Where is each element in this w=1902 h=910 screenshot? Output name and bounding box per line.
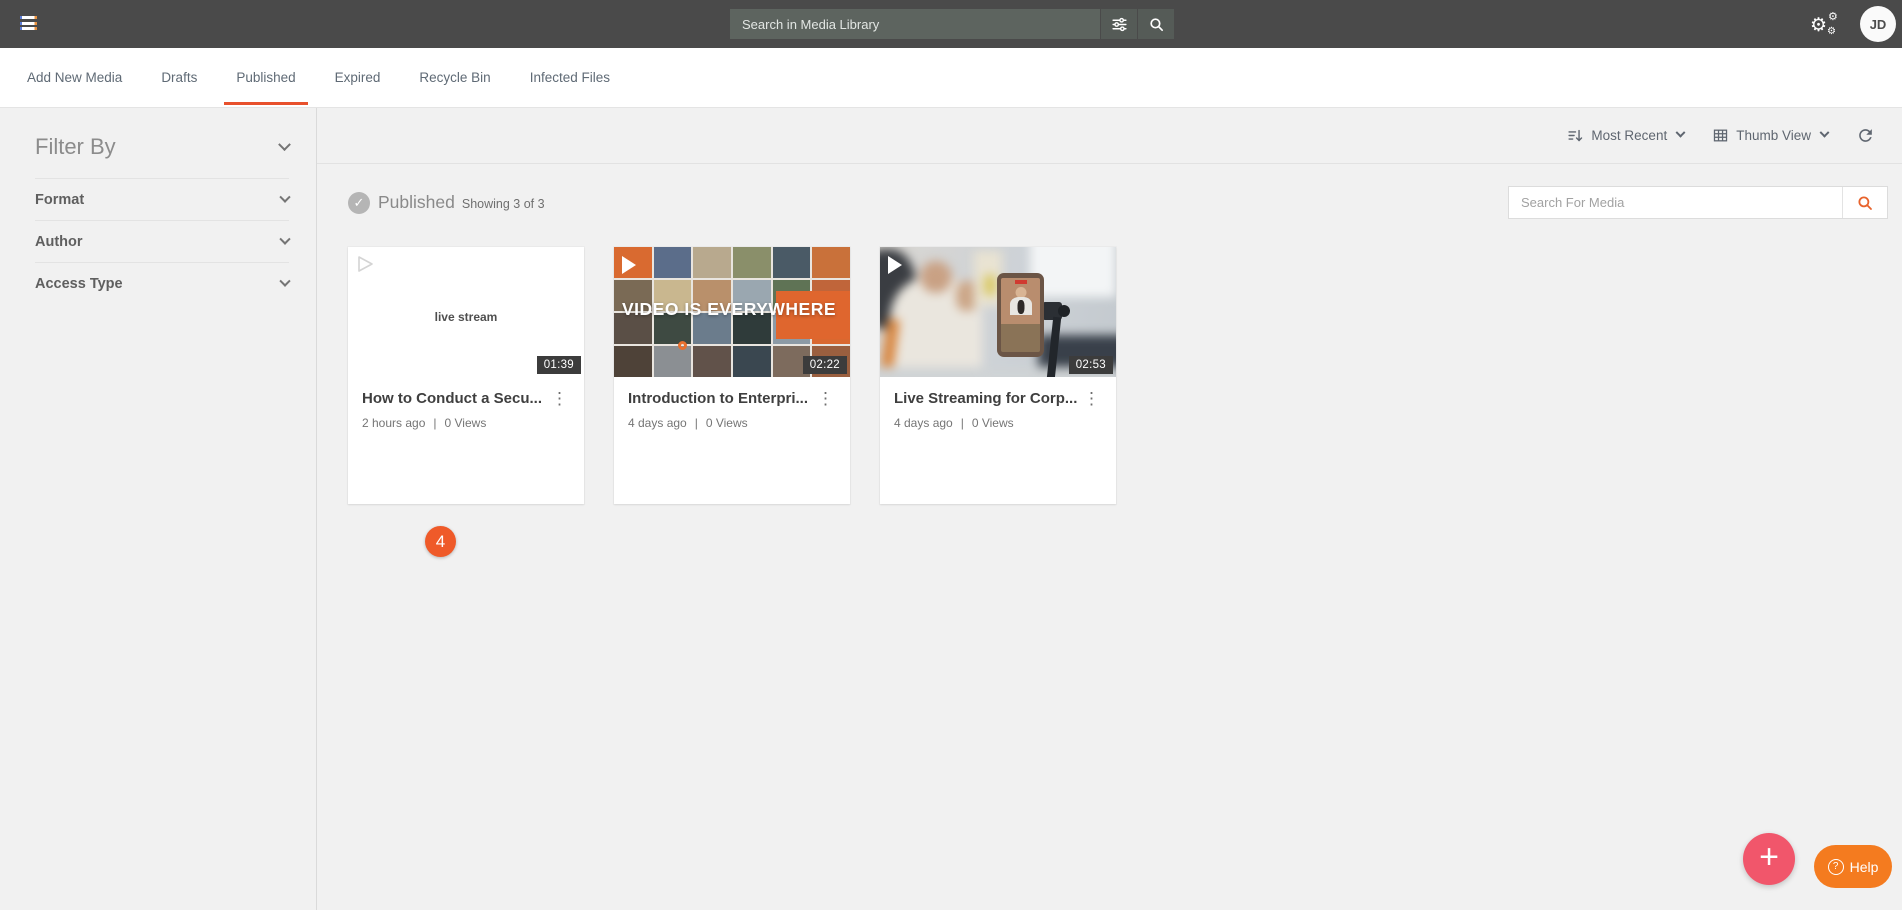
media-library-search-input[interactable]	[730, 9, 1100, 39]
video-thumbnail[interactable]: 02:53	[880, 247, 1116, 377]
sort-dropdown[interactable]: Most Recent	[1567, 127, 1684, 144]
chevron-down-icon	[279, 191, 290, 202]
filter-by-header[interactable]: Filter By	[35, 134, 289, 179]
media-card-grid: live stream 01:39 How to Conduct a Secu.…	[317, 219, 1902, 504]
filter-section-format[interactable]: Format	[35, 179, 289, 221]
duration-badge: 02:53	[1069, 356, 1113, 374]
play-icon	[888, 256, 902, 274]
thumbnail-text: live stream	[435, 310, 498, 324]
refresh-icon	[1856, 126, 1875, 145]
list-toolbar: Most Recent Thumb View	[317, 108, 1902, 164]
filter-section-label: Format	[35, 192, 84, 208]
card-meta: 4 days ago | 0 Views	[894, 416, 1102, 430]
gear-small-icon: ⚙	[1827, 27, 1836, 37]
search-filter-button[interactable]	[1101, 9, 1137, 39]
video-thumbnail[interactable]: VIDEO IS EVERYWHERE 02:22	[614, 247, 850, 377]
sliders-filter-icon	[1111, 16, 1128, 33]
video-thumbnail[interactable]: live stream 01:39	[348, 247, 584, 377]
card-meta-views: 0 Views	[706, 416, 748, 430]
filter-section-author[interactable]: Author	[35, 221, 289, 263]
sort-icon	[1567, 127, 1584, 144]
chevron-down-icon	[279, 276, 290, 287]
collage-logo-ring	[678, 341, 687, 350]
view-label: Thumb View	[1736, 128, 1811, 143]
card-meta-time: 2 hours ago	[362, 416, 425, 430]
search-icon	[1148, 16, 1165, 33]
tab-add-new-media[interactable]: Add New Media	[15, 48, 134, 107]
refresh-button[interactable]	[1856, 126, 1875, 145]
grid-view-icon	[1712, 127, 1729, 144]
tab-recycle-bin[interactable]: Recycle Bin	[407, 48, 502, 107]
filter-section-label: Author	[35, 234, 83, 250]
tripod-knob-art	[1058, 305, 1070, 317]
kebab-menu-button[interactable]: ⋮	[549, 390, 570, 407]
thumbnail-text: VIDEO IS EVERYWHERE	[622, 299, 850, 320]
meta-separator: |	[961, 416, 964, 430]
meta-separator: |	[433, 416, 436, 430]
card-title[interactable]: How to Conduct a Secu...	[362, 390, 542, 407]
card-meta-views: 0 Views	[445, 416, 487, 430]
phone-art	[997, 273, 1044, 357]
tab-drafts[interactable]: Drafts	[149, 48, 209, 107]
duration-badge: 02:22	[803, 356, 847, 374]
media-card[interactable]: live stream 01:39 How to Conduct a Secu.…	[348, 247, 584, 504]
card-title[interactable]: Live Streaming for Corp...	[894, 390, 1077, 407]
step-annotation-badge: 4	[425, 526, 456, 557]
card-meta-time: 4 days ago	[628, 416, 687, 430]
search-icon	[1856, 194, 1874, 212]
help-button[interactable]: ? Help	[1814, 845, 1892, 888]
view-dropdown[interactable]: Thumb View	[1712, 127, 1828, 144]
play-icon	[622, 256, 636, 274]
tab-infected-files[interactable]: Infected Files	[518, 48, 622, 107]
add-media-fab[interactable]: +	[1743, 833, 1795, 885]
chevron-down-icon	[1676, 128, 1686, 138]
chevron-down-icon	[1820, 128, 1830, 138]
user-avatar[interactable]: JD	[1860, 6, 1896, 42]
card-title[interactable]: Introduction to Enterpri...	[628, 390, 808, 407]
hamburger-menu-icon[interactable]	[20, 16, 37, 33]
filter-section-access-type[interactable]: Access Type	[35, 263, 289, 305]
meta-separator: |	[695, 416, 698, 430]
filter-by-label: Filter By	[35, 134, 116, 160]
status-heading: Published	[378, 192, 455, 213]
gear-icon: ⚙	[1810, 16, 1827, 35]
media-search-box	[1508, 186, 1888, 219]
header-search-button[interactable]	[1138, 9, 1174, 39]
play-icon	[355, 254, 375, 274]
card-meta-time: 4 days ago	[894, 416, 953, 430]
question-mark-icon: ?	[1828, 859, 1844, 875]
chevron-down-icon	[279, 233, 290, 244]
filter-sidebar: Filter By Format Author Access Type	[0, 108, 317, 910]
card-meta: 4 days ago | 0 Views	[628, 416, 836, 430]
duration-badge: 01:39	[537, 356, 581, 374]
kebab-menu-button[interactable]: ⋮	[815, 390, 836, 407]
card-meta-views: 0 Views	[972, 416, 1014, 430]
media-library-search	[730, 9, 1174, 39]
library-tabs: Add New Media Drafts Published Expired R…	[0, 48, 1902, 108]
gear-small-icon: ⚙	[1828, 12, 1838, 23]
top-header: ⚙ ⚙ ⚙ JD	[0, 0, 1902, 48]
sort-label: Most Recent	[1591, 128, 1667, 143]
status-row: ✓ Published Showing 3 of 3	[317, 164, 1902, 219]
admin-settings-button[interactable]: ⚙ ⚙ ⚙	[1810, 12, 1840, 38]
kebab-menu-button[interactable]: ⋮	[1081, 390, 1102, 407]
filter-section-label: Access Type	[35, 276, 123, 292]
media-search-button[interactable]	[1842, 187, 1887, 218]
tab-published[interactable]: Published	[224, 48, 307, 107]
content-area: Most Recent Thumb View ✓ Published	[317, 108, 1902, 910]
media-search-input[interactable]	[1509, 187, 1842, 218]
check-circle-icon: ✓	[348, 192, 370, 214]
showing-count: Showing 3 of 3	[462, 197, 545, 211]
help-label: Help	[1850, 859, 1879, 875]
tab-expired[interactable]: Expired	[323, 48, 393, 107]
card-meta: 2 hours ago | 0 Views	[362, 416, 570, 430]
chevron-down-icon	[278, 138, 291, 151]
media-card[interactable]: 02:53 Live Streaming for Corp... ⋮ 4 day…	[880, 247, 1116, 504]
media-card[interactable]: VIDEO IS EVERYWHERE 02:22 Introduction t…	[614, 247, 850, 504]
